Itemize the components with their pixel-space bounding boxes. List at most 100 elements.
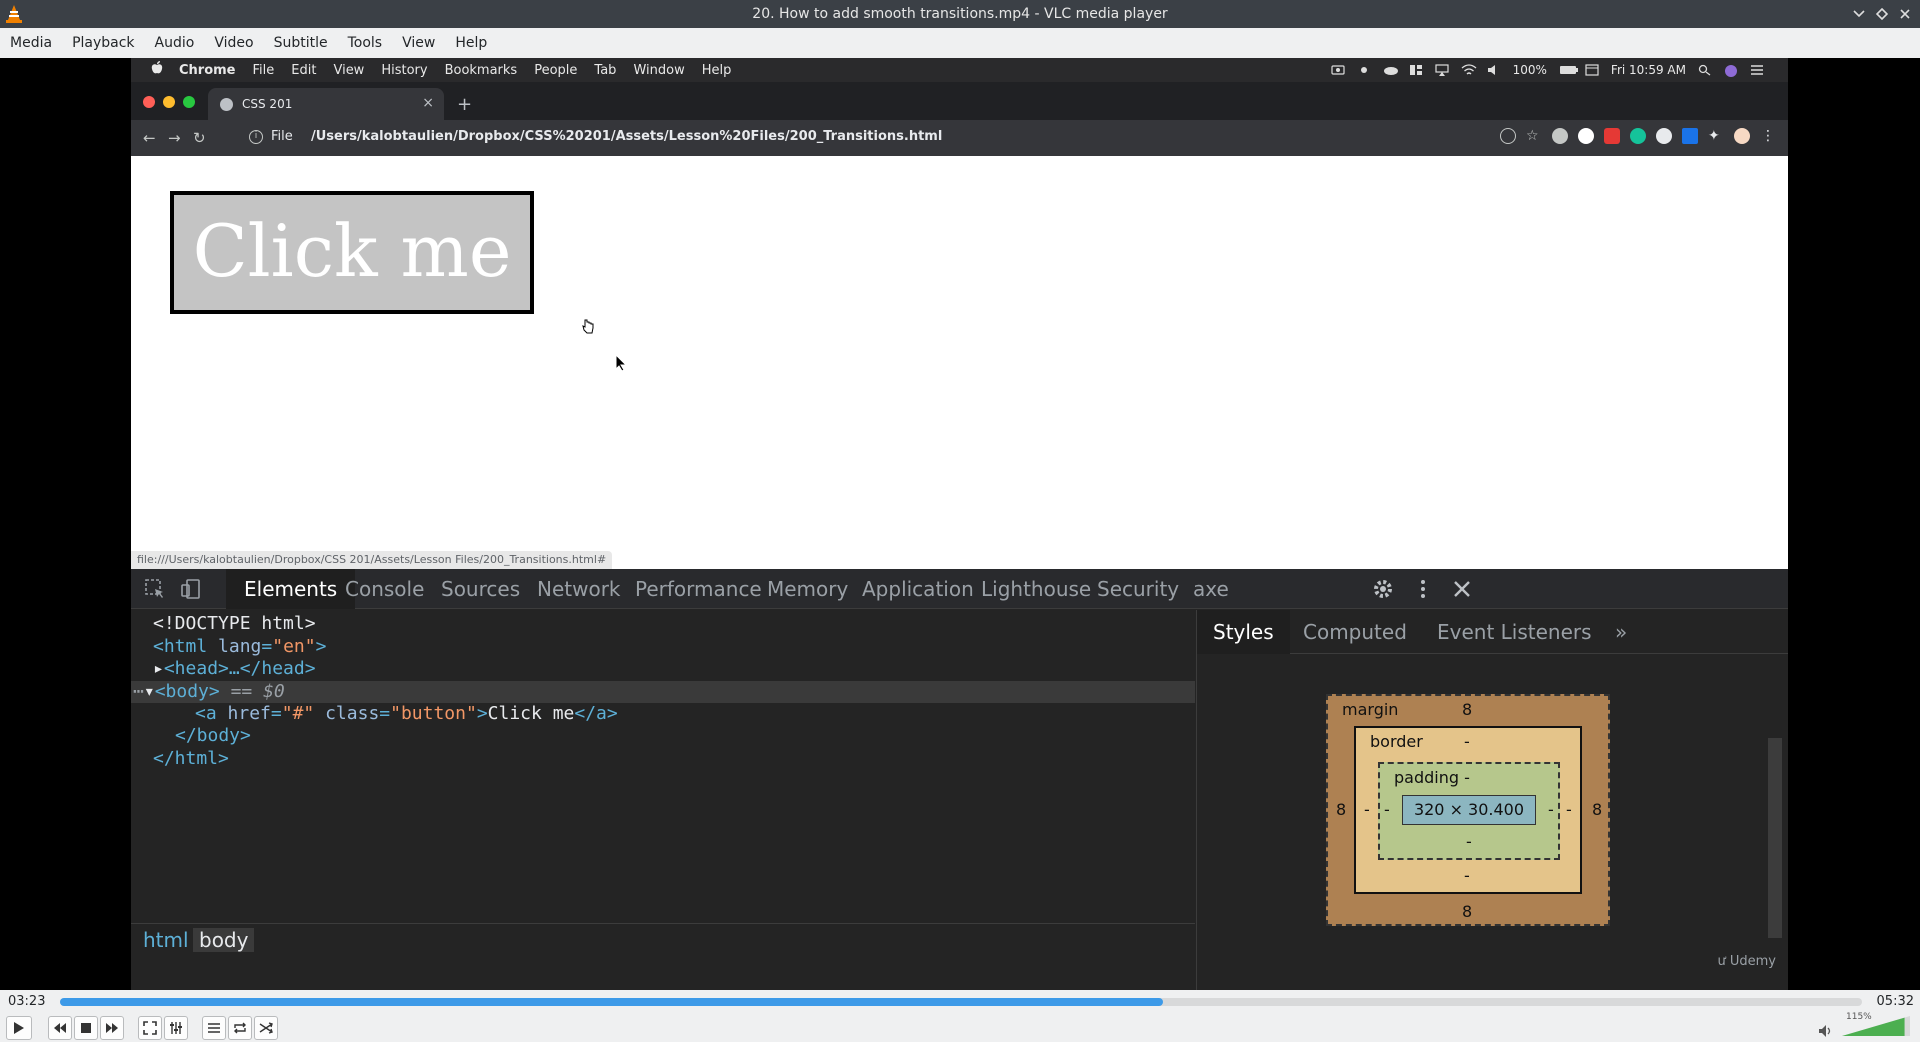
address-bar[interactable]: /Users/kalobtaulien/Dropbox/CSS%20201/As…: [311, 129, 942, 144]
collapse-arrow-icon: ▾: [143, 681, 155, 702]
playlist-button[interactable]: [202, 1016, 226, 1040]
video-area[interactable]: Chrome File Edit View History Bookmarks …: [0, 58, 1920, 990]
expand-arrow-icon: ▸: [153, 658, 164, 679]
drive-extension-icon[interactable]: [1682, 128, 1698, 144]
profile-avatar[interactable]: [1734, 128, 1750, 144]
chrome-tab[interactable]: CSS 201 ×: [208, 88, 444, 120]
extension-circle-icon[interactable]: [1656, 128, 1672, 144]
tab-security[interactable]: Security: [1097, 577, 1179, 601]
tab-network[interactable]: Network: [537, 577, 621, 601]
device-toolbar-icon[interactable]: [179, 577, 203, 601]
previous-button[interactable]: [48, 1016, 72, 1040]
shuffle-button[interactable]: [254, 1016, 278, 1040]
camera-extension-icon[interactable]: [1552, 128, 1568, 144]
tab-elements[interactable]: Elements: [226, 569, 356, 609]
menu-subtitle[interactable]: Subtitle: [264, 28, 338, 58]
globe-icon: [220, 98, 233, 111]
mac-menu-chrome: Chrome: [179, 62, 236, 78]
sliders-icon: [170, 1022, 182, 1034]
sidebar-scrollbar[interactable]: [1768, 738, 1782, 938]
close-devtools-icon[interactable]: [1450, 577, 1474, 601]
border-left-value: -: [1364, 800, 1370, 819]
mac-menu-bookmarks: Bookmarks: [444, 62, 518, 78]
chrome-menu-icon[interactable]: ⋮: [1760, 128, 1776, 144]
tab-memory[interactable]: Memory: [767, 577, 848, 601]
maximize-icon[interactable]: [1871, 3, 1893, 25]
click-me-button[interactable]: Click me: [170, 191, 534, 314]
menu-playback[interactable]: Playback: [62, 28, 144, 58]
video-frame: Chrome File Edit View History Bookmarks …: [131, 58, 1788, 990]
dom-anchor[interactable]: <a href="#" class="button">Click me</a>: [195, 703, 618, 725]
tab-application[interactable]: Application: [862, 577, 974, 601]
mac-menu-help: Help: [701, 62, 732, 78]
udemy-watermark: ư Udemy: [1717, 954, 1777, 969]
dom-body-open[interactable]: ⋯▾<body> == $0: [133, 681, 285, 703]
dom-head[interactable]: ▸<head>…</head>: [153, 658, 316, 680]
more-tabs-icon[interactable]: »: [1615, 620, 1627, 644]
menu-audio[interactable]: Audio: [145, 28, 205, 58]
stop-button[interactable]: [74, 1016, 98, 1040]
extended-settings-button[interactable]: [164, 1016, 188, 1040]
breadcrumb-html[interactable]: html: [143, 928, 189, 952]
loop-button[interactable]: [228, 1016, 252, 1040]
dom-doctype[interactable]: <!DOCTYPE html>: [153, 613, 316, 635]
mac-status-area: 100% Fri 10:59 AM: [1331, 58, 1764, 82]
play-button[interactable]: [6, 1016, 32, 1040]
tab-axe[interactable]: axe: [1193, 577, 1229, 601]
mac-minimize-dot[interactable]: [163, 96, 175, 108]
calendar-icon: [1585, 64, 1599, 76]
menu-tools[interactable]: Tools: [338, 28, 393, 58]
padding-bottom-value: -: [1466, 832, 1472, 851]
inspect-element-icon[interactable]: [143, 577, 167, 601]
more-options-icon[interactable]: [1411, 577, 1435, 601]
margin-top-value: 8: [1462, 700, 1473, 719]
forward-icon[interactable]: →: [168, 129, 181, 147]
close-icon[interactable]: [1894, 3, 1916, 25]
tab-lighthouse[interactable]: Lighthouse: [981, 577, 1091, 601]
dom-body-close[interactable]: </body>: [175, 725, 251, 747]
dom-html-open[interactable]: <html lang="en">: [153, 636, 326, 658]
dom-html-close[interactable]: </html>: [153, 748, 229, 770]
zoom-icon[interactable]: [1500, 128, 1516, 144]
sidebar-tabbar: Styles Computed Event Listeners »: [1197, 610, 1788, 654]
breadcrumb-body[interactable]: body: [193, 928, 255, 952]
seek-bar[interactable]: [60, 998, 1862, 1006]
link-status-bubble: file:///Users/kalobtaulien/Dropbox/CSS 2…: [131, 551, 613, 569]
record-extension-icon[interactable]: [1578, 128, 1594, 144]
mac-close-dot[interactable]: [143, 96, 155, 108]
tab-performance[interactable]: Performance: [635, 577, 762, 601]
menu-video[interactable]: Video: [204, 28, 263, 58]
web-page: Click me file:///Users/kalobtaulien/Drop…: [131, 156, 1788, 569]
fullscreen-button[interactable]: [138, 1016, 162, 1040]
seek-progress: [60, 998, 1163, 1006]
minimize-icon[interactable]: [1848, 3, 1870, 25]
tab-computed[interactable]: Computed: [1303, 620, 1407, 644]
mac-zoom-dot[interactable]: [183, 96, 195, 108]
tab-console[interactable]: Console: [345, 577, 424, 601]
play-icon: [14, 1022, 24, 1034]
grammarly-icon[interactable]: [1630, 128, 1646, 144]
menu-media[interactable]: Media: [0, 28, 62, 58]
tab-event-listeners[interactable]: Event Listeners: [1437, 620, 1592, 644]
info-icon[interactable]: i: [249, 130, 263, 144]
bookmark-star-icon[interactable]: ☆: [1526, 128, 1542, 144]
menu-help[interactable]: Help: [445, 28, 497, 58]
tab-close-icon[interactable]: ×: [422, 95, 434, 111]
screen-record-icon: [1331, 64, 1345, 76]
reload-icon[interactable]: ↻: [193, 129, 206, 147]
spotlight-search-icon: [1698, 64, 1712, 76]
menu-view[interactable]: View: [392, 28, 445, 58]
next-icon: [106, 1023, 118, 1033]
new-tab-icon[interactable]: +: [457, 94, 472, 115]
margin-right-value: 8: [1592, 800, 1603, 819]
speaker-icon[interactable]: [1818, 1024, 1834, 1038]
tab-styles[interactable]: Styles: [1197, 610, 1290, 654]
settings-gear-icon[interactable]: [1371, 577, 1395, 601]
back-icon[interactable]: ←: [143, 129, 156, 147]
next-button[interactable]: [100, 1016, 124, 1040]
airplay-icon: [1435, 64, 1449, 76]
puzzle-extensions-icon[interactable]: ✦: [1708, 128, 1724, 144]
mail-extension-icon[interactable]: [1604, 128, 1620, 144]
window-title: 20. How to add smooth transitions.mp4 - …: [752, 6, 1168, 22]
tab-sources[interactable]: Sources: [441, 577, 520, 601]
